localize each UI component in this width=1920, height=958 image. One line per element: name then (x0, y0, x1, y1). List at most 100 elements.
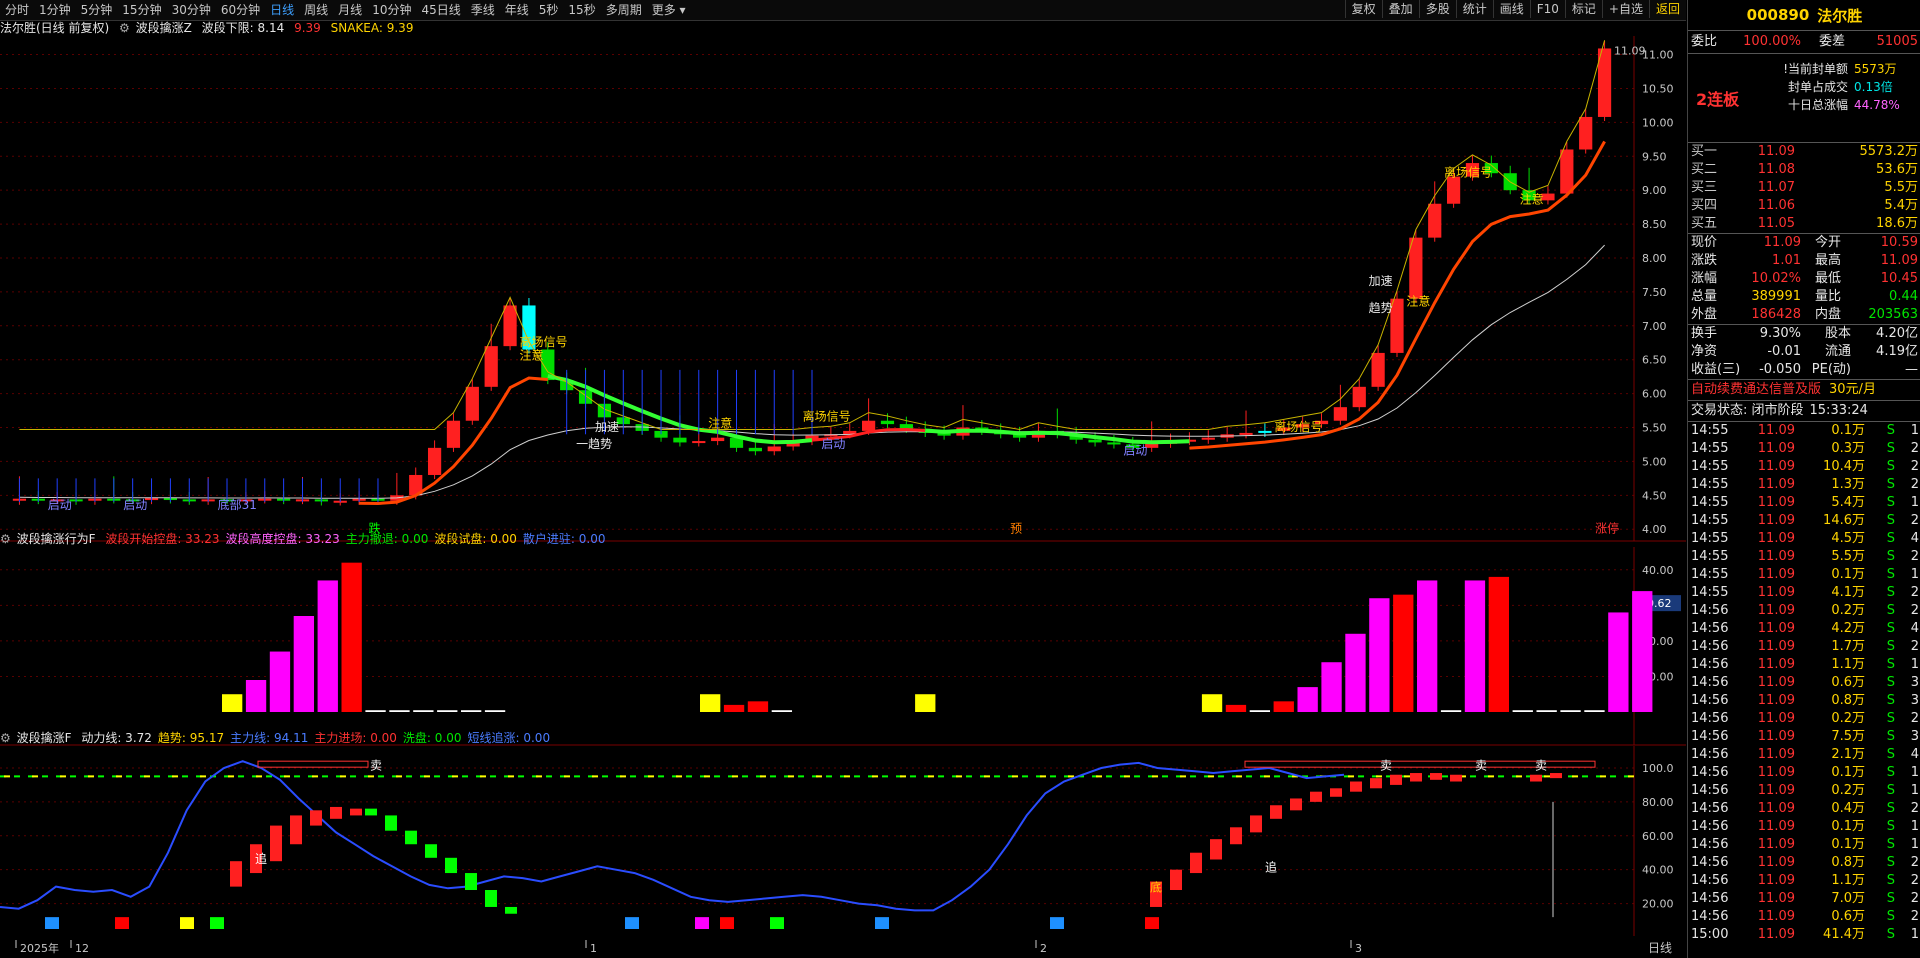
ad-text[interactable]: 自动续费通达信普及版 (1688, 380, 1821, 400)
seal-label: 十日总涨幅 (1787, 98, 1848, 112)
bid-row[interactable]: 买二 11.08 53.6万 (1688, 161, 1920, 179)
tick-time: 14:55 (1691, 441, 1729, 456)
period-tab[interactable]: 日线 (265, 0, 299, 20)
tool-button[interactable]: 返回 (1648, 0, 1686, 18)
behavior-histogram[interactable]: 40.0030.0020.0010.0030.62 (0, 547, 1686, 747)
indicator-gear-icon[interactable]: ⚙ (119, 21, 130, 35)
ad-price[interactable]: 30元/月 (1829, 380, 1876, 400)
tick-price: 11.09 (1757, 585, 1795, 600)
tick-volume: 0.1万 (1831, 819, 1865, 834)
period-tab[interactable]: 15分钟 (117, 0, 166, 20)
signal-label: 离场信号 (803, 409, 851, 424)
tool-button[interactable]: 画线 (1492, 0, 1530, 18)
signal-label: 启动 (1123, 444, 1147, 458)
stock-name: 法尔胜 (1817, 6, 1863, 25)
panel3-name[interactable]: 波段擒涨F (17, 731, 72, 745)
tick-row: 14:56 11.09 0.1万 S 1 (1688, 764, 1920, 782)
period-tab[interactable]: 5分钟 (76, 0, 118, 20)
behavior-bar (1512, 710, 1533, 712)
behavior-bar (389, 710, 410, 712)
behavior-bar (461, 710, 482, 712)
period-tab[interactable]: 60分钟 (216, 0, 265, 20)
osc-bar-up (1530, 774, 1542, 782)
bid-row[interactable]: 买一 11.09 5573.2万 (1688, 143, 1920, 161)
osc-bar-up (1230, 827, 1242, 845)
tick-time: 14:55 (1691, 459, 1729, 474)
tick-time: 14:56 (1691, 873, 1729, 888)
tick-price: 11.09 (1757, 783, 1795, 798)
stat-value: 10.45 (1880, 271, 1918, 286)
period-tab[interactable]: 5秒 (534, 0, 564, 20)
indicator-name[interactable]: 波段擒涨Z (136, 21, 192, 35)
ad-banner[interactable]: 自动续费通达信普及版 30元/月 (1688, 380, 1920, 401)
period-tab[interactable]: 更多 ▾ (647, 0, 691, 20)
candlestick-chart[interactable]: 11.00 10.50 10.00 9.50 9.00 8.50 8.00 7.50 7.00 6… (0, 36, 1686, 546)
tick-list[interactable]: 14:55 11.09 0.1万 S 1 14:55 11.09 0.3万 S 2 14:55 11.… (1688, 422, 1920, 944)
period-tab[interactable]: 季线 (466, 0, 500, 20)
osc-bar-up (1330, 788, 1342, 797)
panel3-value: 主力线: 94.11 (230, 731, 309, 745)
panel2-gear-icon[interactable]: ⚙ (0, 532, 11, 546)
panel3-value: 主力进场: 0.00 (314, 731, 397, 745)
panel3-gear-icon[interactable]: ⚙ (0, 731, 11, 745)
period-tab[interactable]: 年线 (500, 0, 534, 20)
trend-oscillator[interactable]: 100.0 80.00 60.00 40.00 20.00 追 卖 卖 卖 卖底 追 (0, 746, 1686, 940)
tick-count: 2 (1910, 909, 1919, 924)
panel2-name[interactable]: 波段擒涨行为F (17, 532, 96, 546)
tick-count: 3 (1910, 675, 1919, 690)
period-tab[interactable]: 10分钟 (367, 0, 416, 20)
period-tab[interactable]: 周线 (299, 0, 333, 20)
period-tab[interactable]: 分时 (0, 0, 34, 20)
date-tick: 12 (75, 942, 89, 955)
date-tick: 3 (1355, 942, 1362, 955)
weibi-row: 委比 100.00% 委差 51005 (1688, 31, 1920, 54)
signal-label: 注意 (1406, 293, 1430, 308)
tick-row: 14:56 11.09 2.1万 S 4 (1688, 746, 1920, 764)
bid-row[interactable]: 买三 11.07 5.5万 (1688, 179, 1920, 197)
period-tab[interactable]: 月线 (333, 0, 367, 20)
period-tab[interactable]: 15秒 (563, 0, 600, 20)
period-tab[interactable]: 30分钟 (167, 0, 216, 20)
stock-header[interactable]: 000890 法尔胜 (1688, 0, 1920, 31)
stat-row: 总量 389991 量比 0.44 (1688, 288, 1920, 306)
tool-button[interactable]: 统计 (1455, 0, 1493, 18)
osc-bar-up (1270, 805, 1282, 819)
tool-button[interactable]: F10 (1529, 0, 1565, 18)
tick-side: S (1886, 765, 1895, 780)
signal-label: 涨停 (1595, 521, 1619, 536)
date-tick: 2025年 (20, 941, 59, 955)
tool-button[interactable]: +自选 (1601, 0, 1649, 18)
seal-box: 2连板 !当前封单额 5573万 封单占成交 0.13倍 十日总涨幅 44.78% (1688, 54, 1920, 143)
price-tick: 4.00 (1642, 523, 1667, 536)
bid-row[interactable]: 买五 11.05 18.6万 (1688, 215, 1920, 233)
tool-button[interactable]: 叠加 (1381, 0, 1419, 18)
tool-button[interactable]: 复权 (1344, 0, 1382, 18)
tick-volume: 7.0万 (1831, 891, 1865, 906)
fund-value: 4.20亿 (1876, 326, 1918, 341)
tick-price: 11.09 (1757, 639, 1795, 654)
behavior-bar (1560, 710, 1581, 712)
fund-value: 9.30% (1759, 326, 1801, 341)
period-tab[interactable]: 多周期 (601, 0, 647, 20)
period-tab[interactable]: 1分钟 (34, 0, 76, 20)
panel2-title: ⚙ 波段擒涨行为F 波段开始控盘: 33.23 波段高度控盘: 33.23 主力撤退… (0, 531, 618, 547)
signal-label: 加速 (1369, 274, 1393, 288)
seal-value: 44.78% (1854, 98, 1900, 112)
tick-time: 14:56 (1691, 693, 1729, 708)
axis-period[interactable]: 日线 (1648, 941, 1672, 955)
panel3-title: ⚙ 波段擒涨F 动力线: 3.72 趋势: 95.17 主力线: 94.11 主力进场… (0, 730, 562, 746)
osc-bar-up (1310, 791, 1322, 802)
tick-price: 11.09 (1757, 837, 1795, 852)
tick-side: S (1886, 891, 1895, 906)
tool-button[interactable]: 标记 (1564, 0, 1602, 18)
bid-row[interactable]: 买四 11.06 5.4万 (1688, 197, 1920, 215)
behavior-bar (747, 701, 769, 712)
osc-label: 卖 (370, 759, 382, 773)
chart-area[interactable]: 法尔胜(日线 前复权) ⚙ 波段擒涨Z 波段下限: 8.14 9.39 SNAK… (0, 20, 1686, 958)
tool-button[interactable]: 多股 (1418, 0, 1456, 18)
behavior-bar (700, 694, 721, 712)
candle-body (748, 447, 762, 452)
period-tab[interactable]: 45日线 (416, 0, 465, 20)
signal-label: 底部31 (218, 497, 257, 512)
period-tabs: 分时 1分钟 5分钟 15分钟 30分钟 60分钟 日线 周线 月线 10分钟 45日线 季线 年线 5秒… (0, 0, 691, 20)
